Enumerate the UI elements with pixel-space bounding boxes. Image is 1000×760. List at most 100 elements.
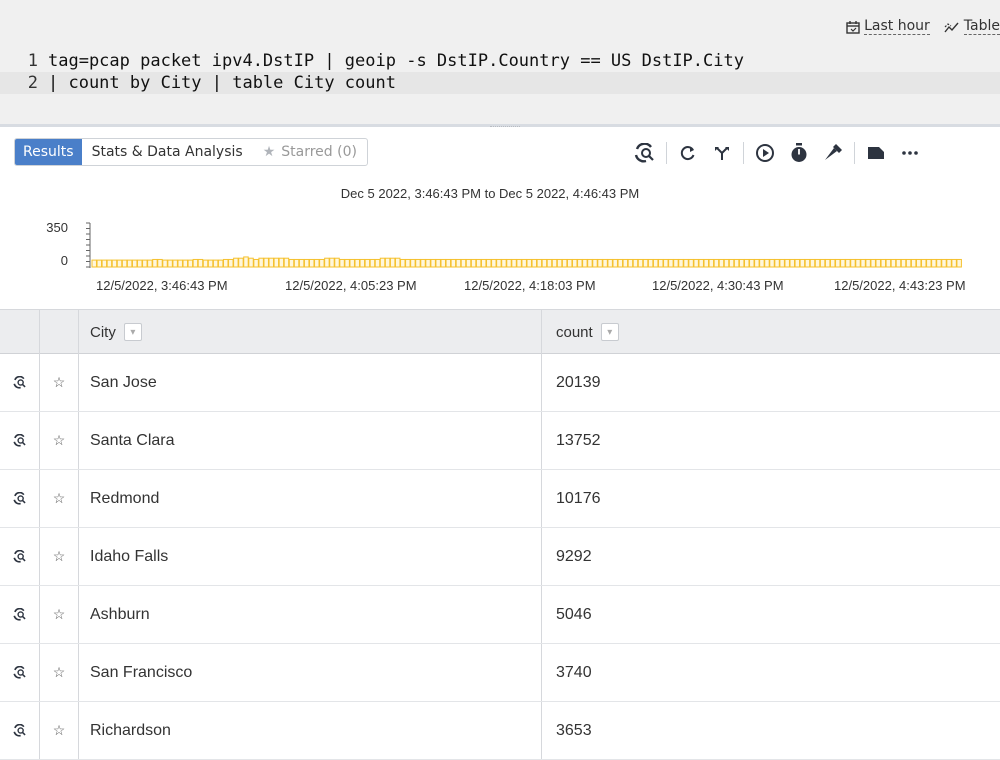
row-star-cell[interactable]: ☆ (40, 702, 79, 759)
histogram-bar[interactable] (546, 258, 553, 268)
histogram-bar[interactable] (268, 257, 274, 268)
histogram-bar[interactable] (824, 258, 831, 268)
histogram-bar[interactable] (278, 257, 285, 268)
header-cell-count[interactable]: count ▾ (542, 310, 1000, 354)
histogram-bar[interactable] (541, 258, 548, 268)
histogram-bar[interactable] (111, 259, 118, 268)
histogram-bar[interactable] (354, 258, 360, 268)
row-action-cell[interactable] (0, 412, 40, 469)
time-range-button[interactable]: Last hour (846, 18, 930, 35)
histogram-bar[interactable] (516, 258, 522, 268)
histogram-bar[interactable] (475, 258, 482, 268)
histogram-bar[interactable] (607, 258, 613, 268)
histogram-bar[interactable] (678, 258, 684, 268)
table-row[interactable]: ☆ Ashburn 5046 (0, 586, 1000, 644)
histogram-bar[interactable] (733, 258, 740, 268)
histogram-bar[interactable] (536, 258, 543, 268)
histogram-bar[interactable] (744, 258, 750, 268)
histogram-bar[interactable] (116, 259, 123, 268)
row-star-cell[interactable]: ☆ (40, 412, 79, 469)
histogram-bar[interactable] (238, 257, 244, 268)
histogram-bar[interactable] (511, 258, 517, 268)
histogram-bar[interactable] (147, 259, 153, 268)
histogram-bar[interactable] (829, 258, 836, 268)
histogram-bar[interactable] (592, 258, 598, 268)
histogram-bar[interactable] (926, 258, 932, 268)
histogram-bar[interactable] (556, 258, 563, 268)
histogram-bar[interactable] (526, 258, 532, 268)
header-cell-city[interactable]: City ▾ (79, 310, 542, 354)
histogram-bar[interactable] (880, 258, 887, 268)
histogram-bar[interactable] (855, 258, 861, 268)
histogram-bar[interactable] (931, 258, 937, 268)
histogram-bar[interactable] (253, 258, 259, 268)
histogram-bar[interactable] (450, 258, 457, 268)
histogram-bar[interactable] (152, 258, 158, 268)
histogram-bar[interactable] (905, 258, 912, 268)
histogram-bar[interactable] (101, 259, 108, 268)
histogram-bar[interactable] (693, 258, 699, 268)
build-button[interactable] (816, 138, 850, 168)
histogram-bar[interactable] (202, 259, 209, 268)
histogram-bar[interactable] (207, 259, 214, 268)
histogram-bar[interactable] (900, 258, 907, 268)
histogram-bar[interactable] (324, 257, 330, 268)
histogram-bar[interactable] (561, 258, 568, 268)
histogram-bar[interactable] (683, 258, 689, 268)
histogram-bar[interactable] (228, 258, 234, 268)
histogram-bar[interactable] (263, 257, 269, 268)
histogram-bar[interactable] (405, 258, 411, 268)
histogram-bar[interactable] (814, 258, 821, 268)
histogram-bar[interactable] (890, 258, 897, 268)
row-action-cell[interactable] (0, 354, 40, 411)
histogram-bar[interactable] (572, 258, 578, 268)
histogram-bar[interactable] (718, 258, 725, 268)
histogram-bar[interactable] (850, 258, 856, 268)
histogram-bar[interactable] (895, 258, 902, 268)
label-button[interactable] (859, 138, 893, 168)
table-row[interactable]: ☆ Santa Clara 13752 (0, 412, 1000, 470)
histogram-bar[interactable] (946, 258, 952, 268)
histogram-bar[interactable] (627, 258, 634, 268)
histogram-bar[interactable] (840, 258, 846, 268)
more-button[interactable] (893, 138, 927, 168)
histogram-bar[interactable] (551, 258, 558, 268)
histogram-bar[interactable] (309, 258, 315, 268)
histogram-bar[interactable] (172, 259, 178, 268)
histogram-bar[interactable] (157, 258, 163, 268)
histogram-bar[interactable] (223, 258, 229, 268)
histogram-bar[interactable] (941, 258, 947, 268)
histogram-bar[interactable] (410, 258, 416, 268)
histogram-bar[interactable] (425, 258, 431, 268)
histogram-bar[interactable] (298, 258, 305, 268)
histogram-bar[interactable] (582, 258, 588, 268)
histogram-bar[interactable] (182, 259, 189, 268)
histogram-bar[interactable] (167, 259, 173, 268)
histogram-bar[interactable] (394, 257, 401, 268)
histogram-bar[interactable] (303, 258, 310, 268)
histogram-bar[interactable] (121, 259, 128, 268)
column-menu-button[interactable]: ▾ (123, 323, 142, 341)
histogram-bar[interactable] (642, 258, 649, 268)
histogram-bar[interactable] (379, 257, 386, 268)
table-row[interactable]: ☆ Idaho Falls 9292 (0, 528, 1000, 586)
histogram-bar[interactable] (248, 257, 254, 268)
histogram-bar[interactable] (835, 258, 841, 268)
histogram-bar[interactable] (622, 258, 629, 268)
query-text[interactable]: | count by City | table City count (48, 72, 396, 94)
histogram-bar[interactable] (212, 259, 219, 268)
row-star-cell[interactable]: ☆ (40, 470, 79, 527)
tab-results[interactable]: Results (15, 139, 82, 165)
histogram-bar[interactable] (774, 258, 780, 268)
query-text[interactable]: tag=pcap packet ipv4.DstIP | geoip -s Ds… (48, 50, 744, 72)
histogram-bar[interactable] (789, 258, 795, 268)
histogram-bar[interactable] (384, 257, 391, 268)
search-scope-button[interactable] (628, 138, 662, 168)
column-menu-button[interactable]: ▾ (600, 323, 619, 341)
histogram-bar[interactable] (480, 258, 487, 268)
histogram-bar[interactable] (658, 258, 664, 268)
histogram-bar[interactable] (749, 258, 755, 268)
histogram-bar[interactable] (389, 257, 396, 268)
histogram-bar[interactable] (652, 258, 659, 268)
histogram-bar[interactable] (374, 258, 381, 268)
